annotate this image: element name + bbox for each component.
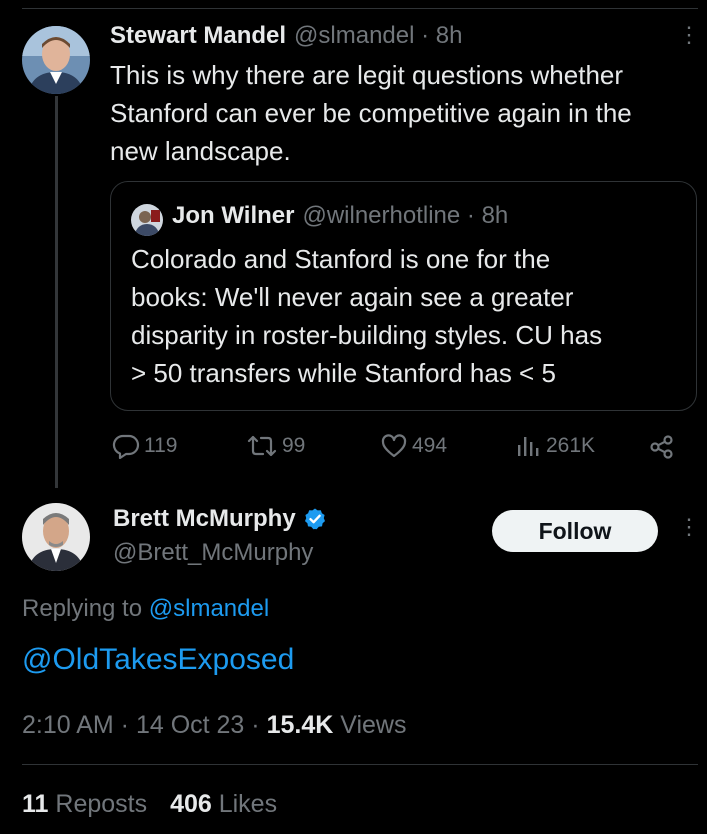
reply-button[interactable]: 119 — [112, 433, 177, 459]
main-author-name[interactable]: Brett McMurphy — [113, 505, 296, 533]
parent-author-name[interactable]: Stewart Mandel — [110, 22, 286, 50]
main-tweet-text-mention[interactable]: @OldTakesExposed — [22, 643, 294, 677]
quoted-text-line: > 50 transfers while Stanford has < 5 — [131, 358, 556, 388]
likes-label: Likes — [211, 790, 278, 818]
engagement-stats: 11 Reposts 406 Likes — [22, 790, 277, 819]
quoted-text-line: disparity in roster-building styles. CU … — [131, 320, 603, 350]
timestamp-date[interactable]: 2:10 AM · 14 Oct 23 · — [22, 711, 267, 739]
likes-stat[interactable]: 406 Likes — [170, 790, 277, 818]
quoted-tweet-text: Colorado and Stanford is one for the boo… — [131, 240, 691, 392]
stewart-mandel-avatar[interactable] — [22, 26, 90, 94]
replying-to-label: Replying to — [22, 595, 143, 622]
parent-tweet-text: This is why there are legit questions wh… — [110, 56, 700, 170]
views-total: 15.4K — [266, 711, 334, 739]
reply-icon — [112, 434, 140, 459]
replying-to-handle-link[interactable]: @slmandel — [149, 595, 269, 622]
top-divider — [22, 8, 698, 9]
views-count: 261K — [546, 434, 596, 457]
replying-to: Replying to @slmandel — [22, 595, 269, 623]
repost-button[interactable]: 99 — [246, 433, 305, 459]
quoted-text-line: Colorado and Stanford is one for the — [131, 244, 551, 274]
parent-handle-time[interactable]: @slmandel · 8h — [294, 22, 462, 50]
thread-connector-line — [55, 96, 58, 488]
views-button[interactable]: 261K — [514, 433, 595, 459]
views-icon — [518, 437, 539, 456]
parent-text-line: Stanford can ever be competitive again i… — [110, 98, 632, 128]
parent-more-icon[interactable]: ⋮ — [678, 24, 700, 46]
main-handle[interactable]: @Brett_McMurphy — [113, 539, 313, 567]
share-icon — [650, 435, 673, 459]
likes-total: 406 — [170, 790, 212, 818]
verified-badge-icon — [304, 508, 325, 530]
repost-icon — [247, 435, 277, 457]
brett-mcmurphy-avatar[interactable] — [22, 503, 90, 571]
parent-text-line: new landscape. — [110, 136, 291, 166]
heart-icon — [381, 434, 407, 458]
reply-count: 119 — [144, 434, 178, 457]
quoted-handle-time: @wilnerhotline · 8h — [302, 202, 509, 229]
repost-count: 99 — [282, 434, 306, 457]
follow-button[interactable]: Follow — [492, 510, 658, 552]
main-more-icon[interactable]: ⋮ — [678, 516, 700, 538]
reposts-stat[interactable]: 11 Reposts — [22, 790, 147, 818]
tweet-meta: 2:10 AM · 14 Oct 23 · 15.4K Views — [22, 711, 406, 740]
share-button[interactable] — [648, 434, 676, 465]
reposts-label: Reposts — [48, 790, 148, 818]
quoted-text-line: books: We'll never again see a greater — [131, 282, 574, 312]
like-count: 494 — [412, 434, 448, 457]
stats-divider — [22, 764, 698, 765]
like-button[interactable]: 494 — [380, 433, 447, 459]
reposts-total: 11 — [22, 790, 49, 818]
views-label: Views — [333, 711, 407, 739]
parent-text-line: This is why there are legit questions wh… — [110, 60, 624, 90]
jon-wilner-avatar[interactable] — [131, 204, 163, 236]
quoted-author-name: Jon Wilner — [172, 202, 295, 229]
